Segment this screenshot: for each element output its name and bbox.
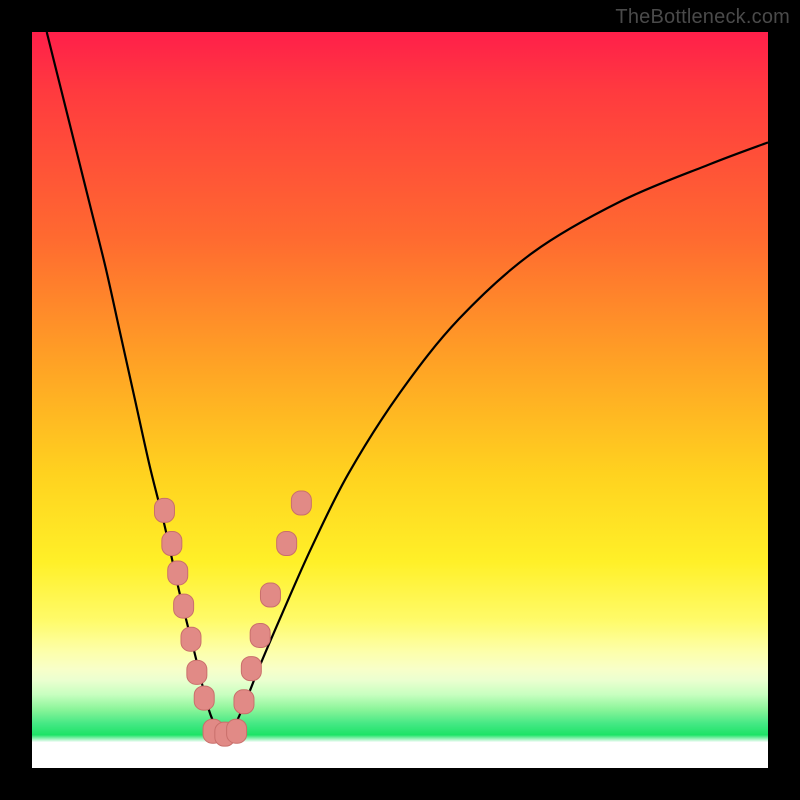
- curve-right-branch: [231, 142, 768, 734]
- marker-point: [291, 491, 311, 515]
- marker-point: [241, 657, 261, 681]
- marker-point: [174, 594, 194, 618]
- chart-svg: [32, 32, 768, 768]
- watermark-text: TheBottleneck.com: [615, 6, 790, 29]
- marker-point: [187, 660, 207, 684]
- marker-layer: [154, 491, 311, 746]
- marker-point: [194, 686, 214, 710]
- marker-point: [227, 719, 247, 743]
- marker-point: [277, 532, 297, 556]
- marker-point: [260, 583, 280, 607]
- outer-frame: TheBottleneck.com: [0, 0, 800, 800]
- curve-layer: [47, 32, 768, 735]
- marker-point: [181, 627, 201, 651]
- marker-point: [168, 561, 188, 585]
- marker-point: [162, 532, 182, 556]
- marker-point: [234, 690, 254, 714]
- marker-point: [250, 624, 270, 648]
- marker-point: [154, 498, 174, 522]
- plot-area: [32, 32, 768, 768]
